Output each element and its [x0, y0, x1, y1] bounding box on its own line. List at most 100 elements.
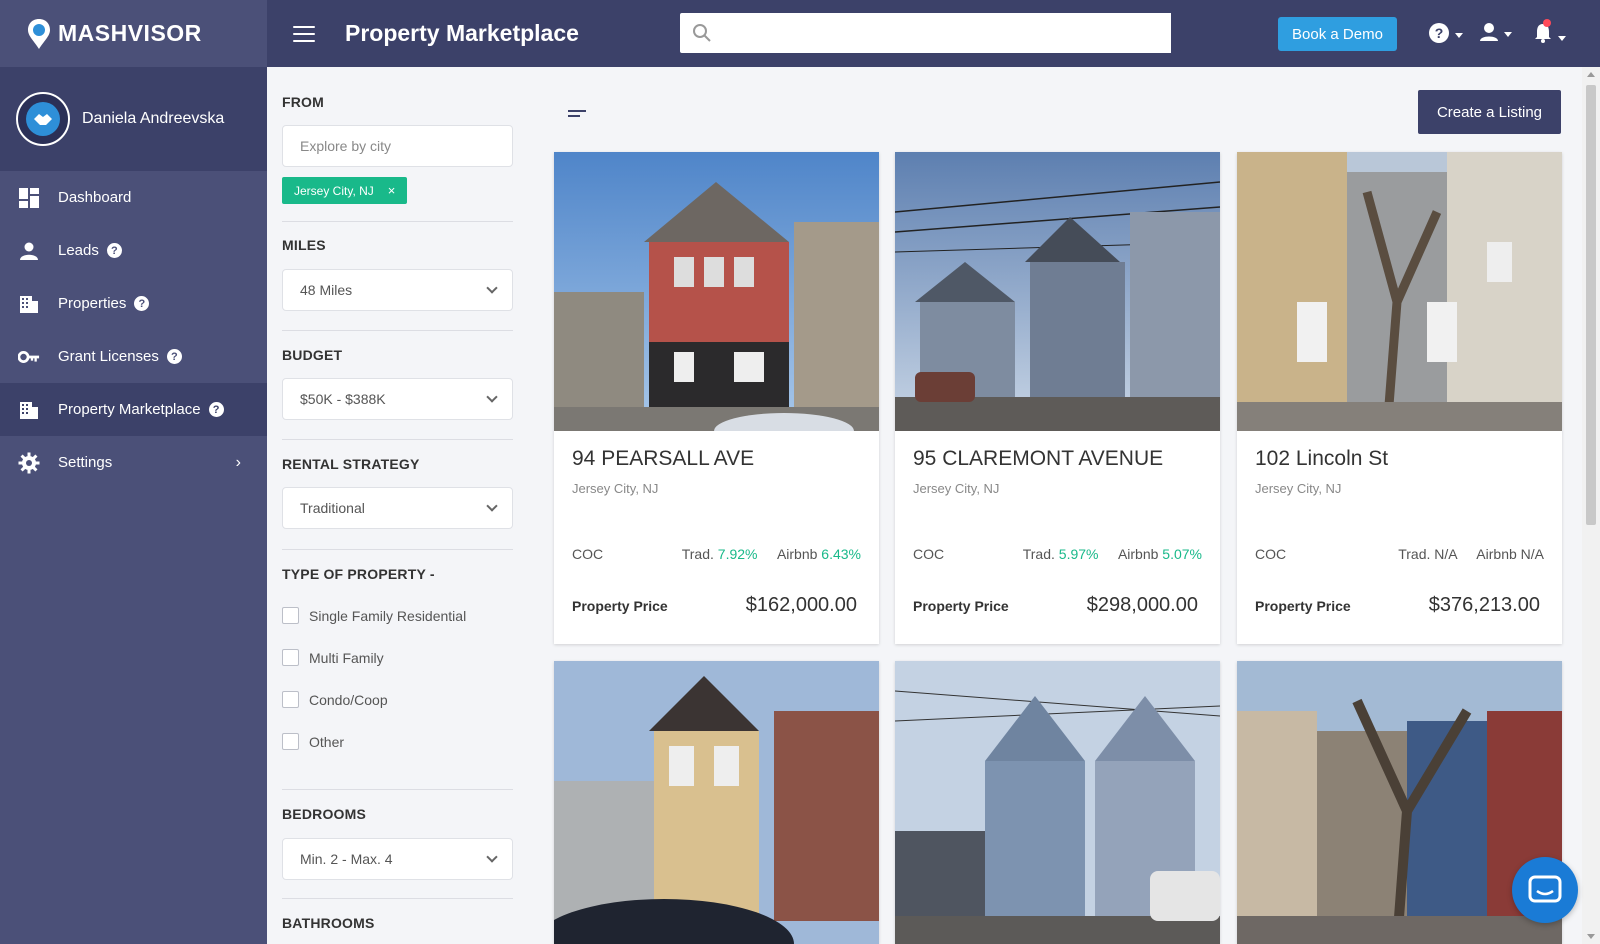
type-multi-family-checkbox[interactable]: Multi Family	[282, 649, 384, 666]
sidebar-item-leads[interactable]: Leads ?	[0, 224, 267, 277]
budget-label: BUDGET	[282, 347, 343, 363]
sidebar: Daniela Andreevska Dashboard Leads ? Pro…	[0, 67, 267, 944]
person-icon	[18, 240, 40, 262]
listing-card[interactable]	[554, 661, 879, 944]
type-other-checkbox[interactable]: Other	[282, 733, 344, 750]
search-input[interactable]	[720, 13, 1171, 53]
chevron-down-icon	[486, 282, 498, 294]
user-icon	[1480, 23, 1498, 41]
checkbox[interactable]	[282, 649, 299, 666]
chat-icon	[1528, 875, 1562, 903]
notifications-menu[interactable]	[1533, 19, 1566, 49]
sidebar-item-property-marketplace[interactable]: Property Marketplace ?	[0, 383, 267, 436]
sidebar-item-label: Settings	[58, 454, 113, 471]
map-pin-icon	[28, 18, 50, 49]
miles-label: MILES	[282, 237, 326, 253]
user-profile[interactable]: Daniela Andreevska	[0, 67, 267, 171]
gear-icon	[18, 452, 40, 474]
sidebar-item-label: Property Marketplace	[58, 401, 201, 418]
book-demo-button[interactable]: Book a Demo	[1278, 17, 1397, 51]
handshake-icon	[34, 114, 52, 125]
chevron-down-icon	[486, 391, 498, 403]
checkbox[interactable]	[282, 691, 299, 708]
chevron-down-icon	[1504, 32, 1512, 37]
sidebar-item-label: Grant Licenses	[58, 348, 159, 365]
chat-launcher-button[interactable]	[1512, 857, 1578, 923]
rental-strategy-label: RENTAL STRATEGY	[282, 456, 420, 472]
listing-price: $298,000.00	[1086, 594, 1198, 616]
building-icon	[18, 293, 40, 315]
sort-icon[interactable]	[568, 110, 586, 120]
chevron-down-icon	[1455, 33, 1463, 38]
listing-card[interactable]	[895, 661, 1220, 944]
property-type-label: TYPE OF PROPERTY -	[282, 566, 435, 582]
bedrooms-select[interactable]: Min. 2 - Max. 4	[282, 838, 513, 880]
type-single-family-checkbox[interactable]: Single Family Residential	[282, 607, 466, 624]
budget-select[interactable]: $50K - $388K	[282, 378, 513, 420]
checkbox[interactable]	[282, 607, 299, 624]
sidebar-item-label: Leads	[58, 242, 99, 259]
avatar	[16, 92, 70, 146]
coc-label: COC	[913, 546, 945, 562]
listing-price: $162,000.00	[745, 594, 857, 616]
create-listing-button[interactable]: Create a Listing	[1418, 90, 1561, 134]
type-condo-coop-checkbox[interactable]: Condo/Coop	[282, 691, 388, 708]
miles-select[interactable]: 48 Miles	[282, 269, 513, 311]
chevron-down-icon	[1558, 35, 1566, 41]
scroll-down-icon[interactable]	[1587, 934, 1595, 939]
dashboard-icon	[18, 187, 40, 209]
help-icon[interactable]: ?	[166, 349, 182, 364]
coc-rates: Trad. N/A Airbnb N/A	[1398, 546, 1544, 562]
city-search-field[interactable]: Explore by city	[282, 125, 513, 167]
listing-title: 94 PEARSALL AVE	[572, 447, 755, 470]
close-icon[interactable]: ×	[388, 183, 396, 198]
svg-text:?: ?	[1435, 25, 1444, 41]
sidebar-item-properties[interactable]: Properties ?	[0, 277, 267, 330]
scroll-up-icon[interactable]	[1587, 72, 1595, 77]
sidebar-item-label: Dashboard	[58, 189, 132, 206]
brand-logo[interactable]: MASHVISOR	[0, 0, 267, 67]
help-icon[interactable]: ?	[134, 296, 150, 311]
from-label: FROM	[282, 94, 325, 110]
listing-card[interactable]: 95 CLAREMONT AVENUE Jersey City, NJ COC …	[895, 152, 1220, 644]
price-label: Property Price	[572, 598, 668, 614]
property-photo	[554, 152, 879, 431]
coc-rates: Trad. 5.97% Airbnb 5.07%	[1022, 546, 1202, 562]
search-icon	[693, 24, 711, 42]
building-icon	[18, 399, 40, 421]
city-chip: Jersey City, NJ ×	[282, 177, 408, 204]
page-title: Property Marketplace	[345, 20, 579, 46]
scroll-thumb[interactable]	[1586, 85, 1596, 525]
listing-city: Jersey City, NJ	[913, 481, 1000, 496]
sidebar-item-settings[interactable]: Settings ›	[0, 436, 267, 489]
page-scrollbar[interactable]	[1582, 67, 1600, 944]
help-icon[interactable]: ?	[106, 243, 122, 258]
user-name: Daniela Andreevska	[82, 110, 225, 127]
price-label: Property Price	[913, 598, 1009, 614]
listing-title: 102 Lincoln St	[1255, 447, 1389, 470]
property-photo	[1237, 152, 1562, 431]
menu-toggle-icon[interactable]	[293, 25, 315, 42]
bedrooms-label: BEDROOMS	[282, 806, 367, 822]
bathrooms-label: BATHROOMS	[282, 915, 375, 931]
rental-strategy-select[interactable]: Traditional	[282, 487, 513, 529]
coc-label: COC	[572, 546, 604, 562]
sidebar-item-dashboard[interactable]: Dashboard	[0, 171, 267, 224]
listing-card[interactable]: 94 PEARSALL AVE Jersey City, NJ COC Trad…	[554, 152, 879, 644]
account-menu[interactable]	[1479, 22, 1512, 42]
listing-card[interactable]: 102 Lincoln St Jersey City, NJ COC Trad.…	[1237, 152, 1562, 644]
help-icon: ?	[1429, 23, 1449, 43]
help-icon[interactable]: ?	[208, 402, 224, 417]
chevron-down-icon	[486, 851, 498, 863]
coc-rates: Trad. 7.92% Airbnb 6.43%	[681, 546, 861, 562]
sidebar-item-grant-licenses[interactable]: Grant Licenses ?	[0, 330, 267, 383]
key-icon	[18, 346, 40, 368]
property-photo	[895, 661, 1220, 944]
property-photo	[895, 152, 1220, 431]
property-photo	[554, 661, 879, 944]
coc-label: COC	[1255, 546, 1287, 562]
chevron-down-icon	[486, 500, 498, 512]
help-menu[interactable]: ?	[1428, 22, 1463, 44]
listing-city: Jersey City, NJ	[1255, 481, 1342, 496]
checkbox[interactable]	[282, 733, 299, 750]
